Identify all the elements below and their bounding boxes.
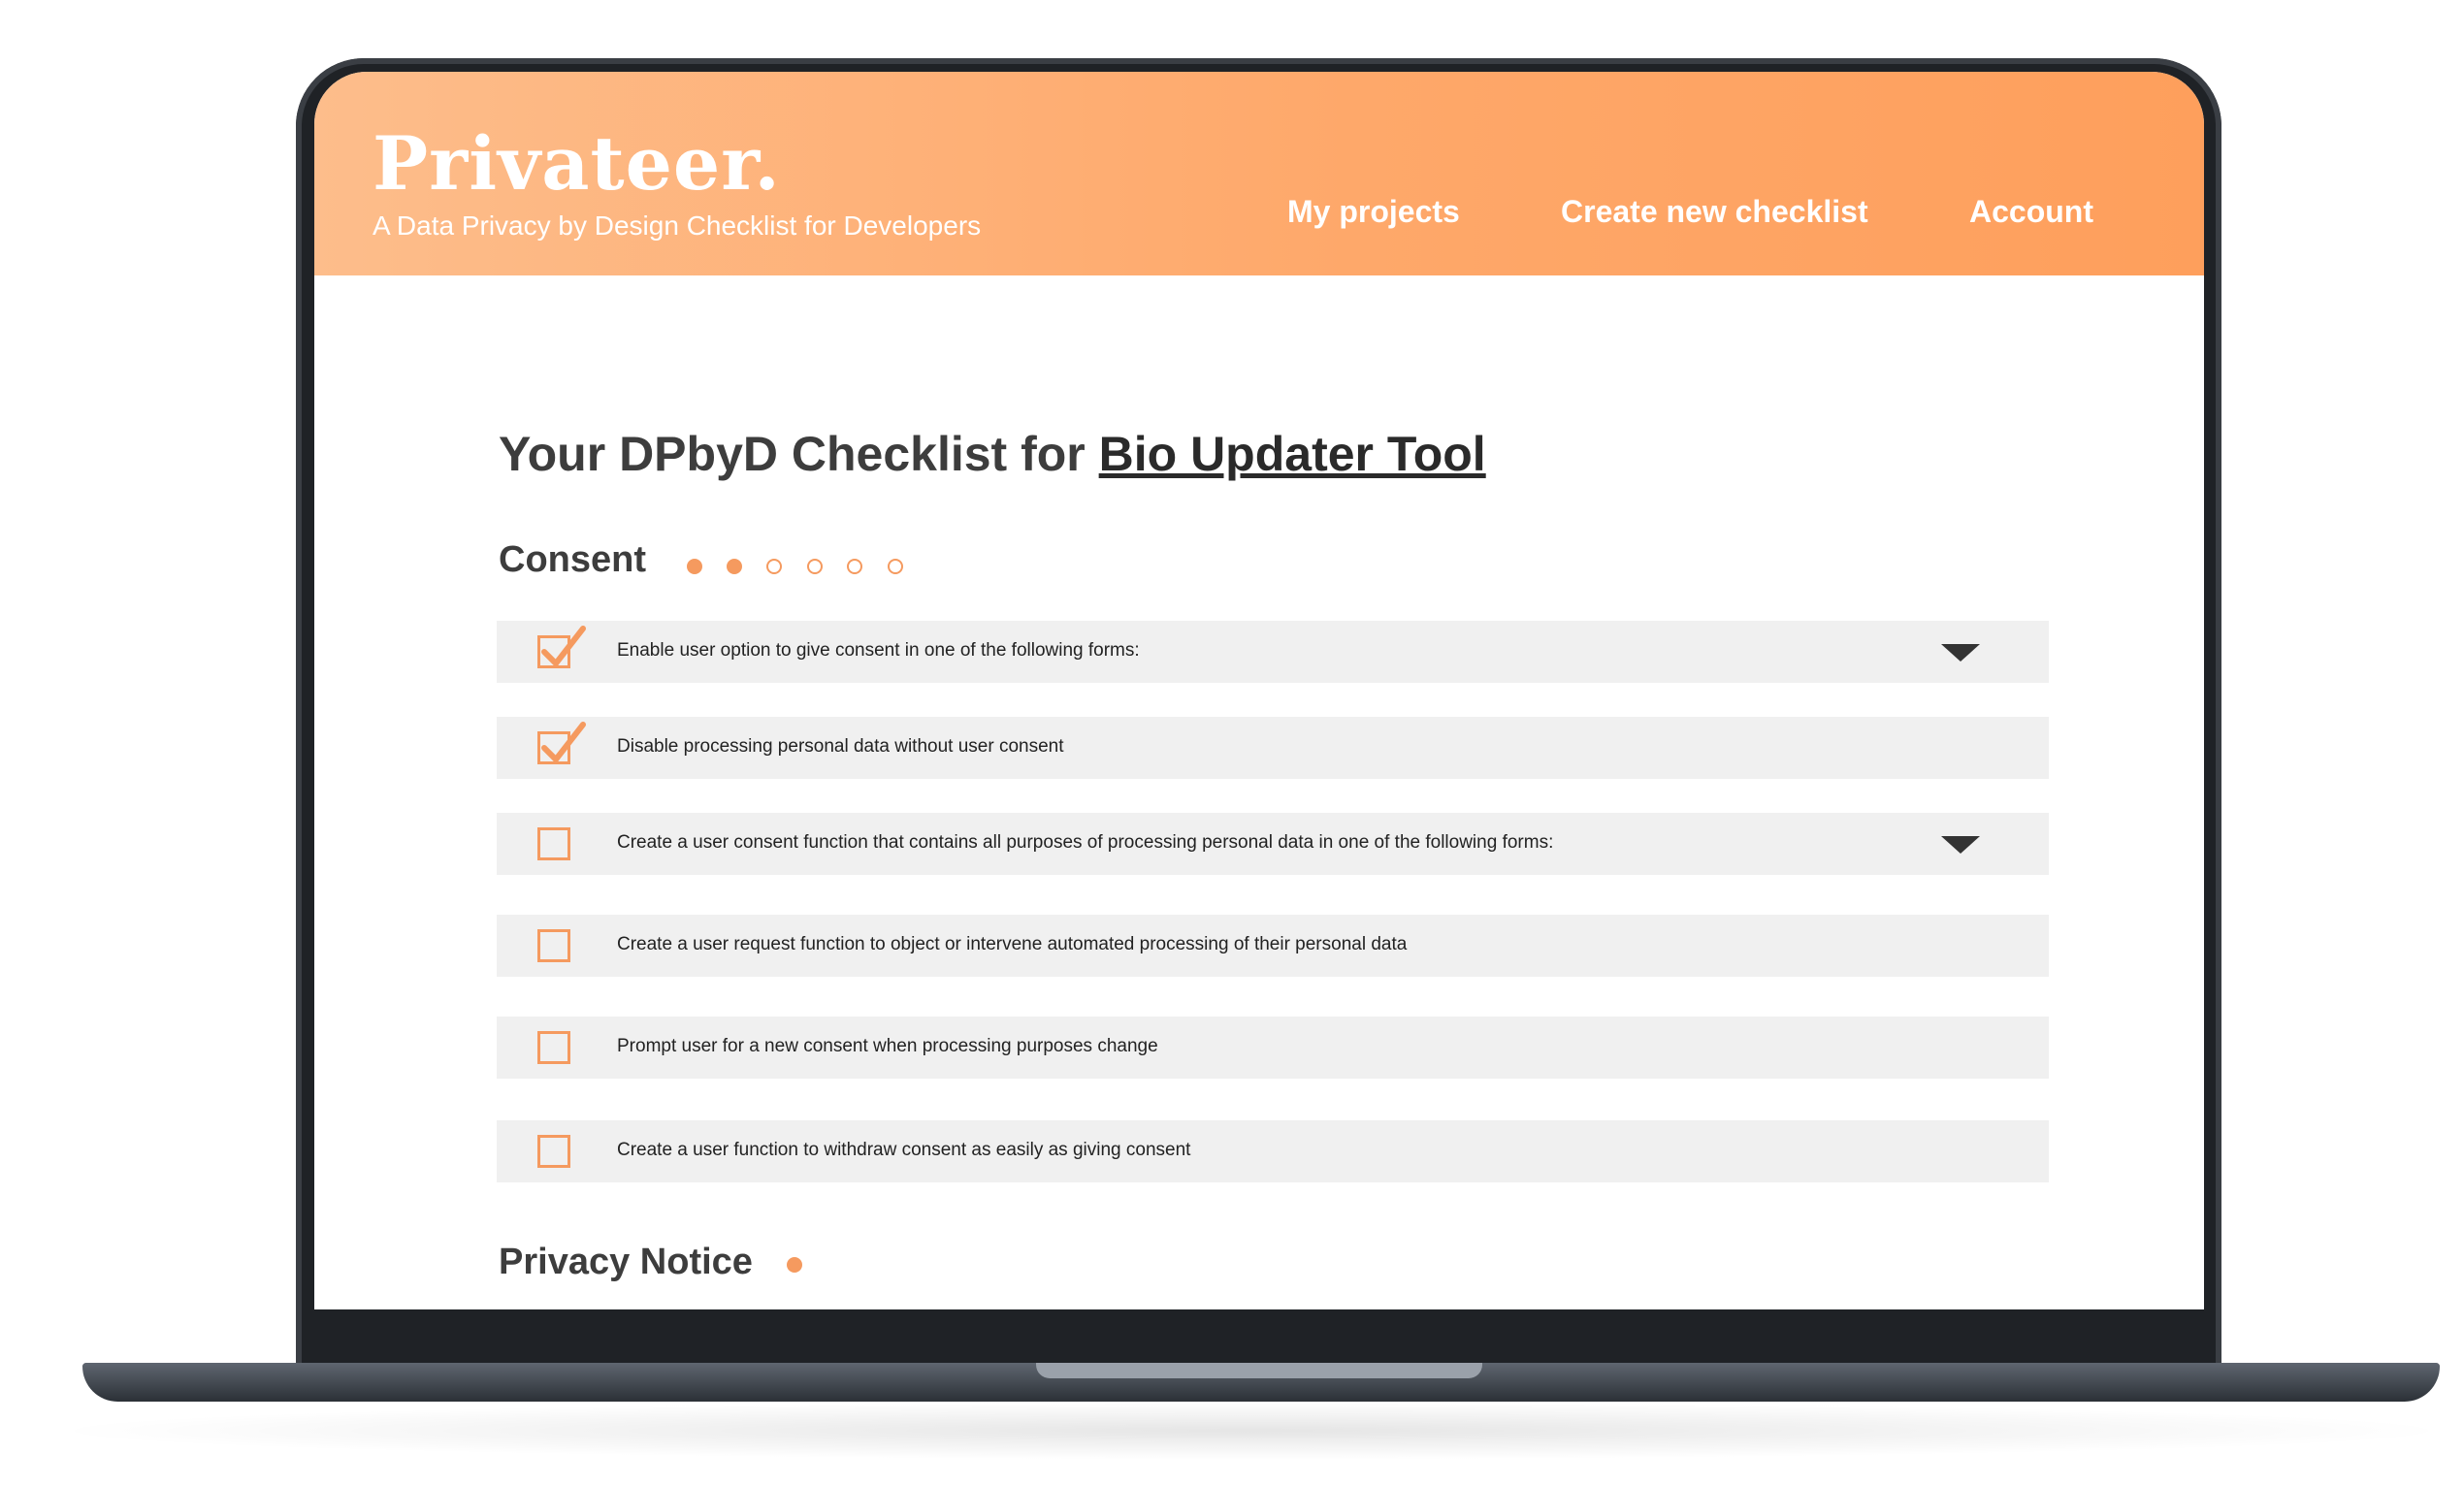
item-text: Create a user request function to object… <box>617 934 1408 954</box>
device-mockup: Privateer. A Data Privacy by Design Chec… <box>0 0 2464 1486</box>
progress-dot-icon <box>888 559 903 574</box>
checklist-item[interactable]: Enable user option to give consent in on… <box>497 621 2049 683</box>
item-checkbox[interactable] <box>537 1031 570 1064</box>
caret-down-icon[interactable] <box>1941 836 1980 854</box>
laptop-notch <box>1036 1363 1482 1378</box>
checklist-item[interactable]: Prompt user for a new consent when proce… <box>497 1017 2049 1079</box>
item-text: Prompt user for a new consent when proce… <box>617 1036 1158 1056</box>
app-header: Privateer. A Data Privacy by Design Chec… <box>314 72 2204 275</box>
checklist-item[interactable]: Create a user consent function that cont… <box>497 813 2049 875</box>
checklist-item[interactable]: Disable processing personal data without… <box>497 717 2049 779</box>
progress-dot-icon <box>807 559 823 574</box>
item-checkbox[interactable] <box>537 722 586 764</box>
brand-logo[interactable]: Privateer. <box>373 120 781 207</box>
nav-account[interactable]: Account <box>1969 194 2093 230</box>
progress-dot-icon <box>687 559 702 574</box>
checklist-item[interactable]: Create a user request function to object… <box>497 915 2049 977</box>
screen-bottom-bezel <box>314 1309 2204 1363</box>
progress-dot-icon <box>766 559 782 574</box>
page-title-prefix: Your DPbyD Checklist for <box>499 427 1099 481</box>
check-icon <box>541 722 586 762</box>
item-text: Enable user option to give consent in on… <box>617 640 1140 661</box>
progress-dot-icon <box>847 559 862 574</box>
checklist-item[interactable]: Create a user function to withdraw conse… <box>497 1120 2049 1182</box>
laptop-shadow <box>39 1402 2464 1460</box>
item-text: Create a user consent function that cont… <box>617 832 1554 853</box>
item-text: Create a user function to withdraw conse… <box>617 1140 1191 1160</box>
page-title: Your DPbyD Checklist for Bio Updater Too… <box>499 426 1486 482</box>
nav-my-projects[interactable]: My projects <box>1287 194 1460 230</box>
app-screen: Privateer. A Data Privacy by Design Chec… <box>314 72 2204 1309</box>
item-checkbox[interactable] <box>537 1135 570 1168</box>
item-checkbox[interactable] <box>537 626 586 668</box>
progress-dot-icon <box>787 1257 802 1273</box>
caret-down-icon[interactable] <box>1941 644 1980 662</box>
project-name-link[interactable]: Bio Updater Tool <box>1099 427 1486 481</box>
check-icon <box>541 626 586 666</box>
item-checkbox[interactable] <box>537 929 570 962</box>
section-title-consent: Consent <box>499 539 646 580</box>
section-title-privacy-notice: Privacy Notice <box>499 1242 753 1282</box>
item-checkbox[interactable] <box>537 827 570 860</box>
item-text: Disable processing personal data without… <box>617 736 1064 757</box>
brand-tagline: A Data Privacy by Design Checklist for D… <box>373 210 982 241</box>
nav-create-new-checklist[interactable]: Create new checklist <box>1561 194 1868 230</box>
progress-dot-icon <box>727 559 742 574</box>
